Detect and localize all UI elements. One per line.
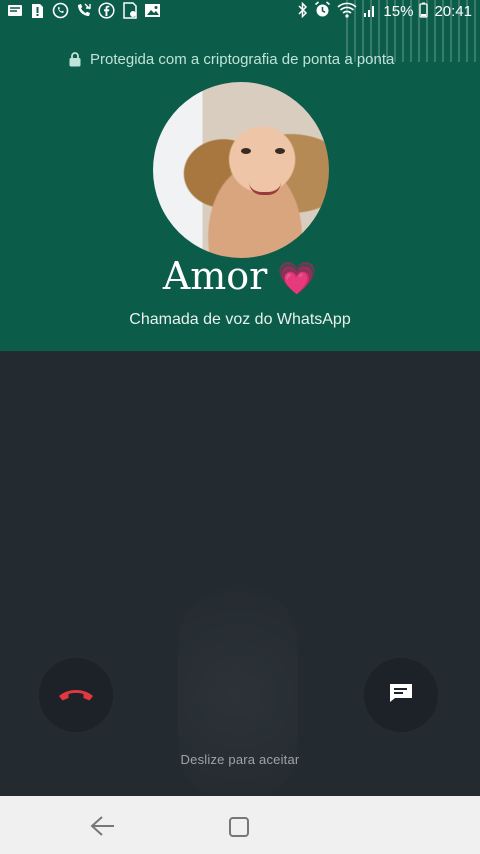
messaging-icon — [6, 2, 23, 19]
clock: 20:41 — [434, 3, 472, 20]
avatar-mouth — [249, 182, 281, 195]
caller-avatar — [153, 82, 329, 258]
gallery-icon — [144, 2, 161, 19]
download-icon — [121, 2, 138, 19]
status-bar: 15% 20:41 — [0, 0, 480, 62]
avatar-eyes — [241, 148, 289, 156]
signal-icon — [363, 2, 377, 22]
caller-name-row: Amor 💗 — [0, 254, 480, 298]
decline-button[interactable] — [39, 658, 113, 732]
whatsapp-icon — [52, 2, 69, 19]
facebook-icon — [98, 2, 115, 19]
battery-percent: 15% — [383, 3, 414, 20]
sim-alert-icon — [29, 2, 46, 19]
wifi-icon — [337, 2, 357, 22]
call-header: 15% 20:41 Protegida com a criptografia d… — [0, 0, 480, 351]
status-left-icons — [6, 2, 161, 19]
encryption-notice: Protegida com a criptografia de ponta a … — [68, 50, 394, 68]
lock-icon — [68, 51, 82, 67]
phone-hangup-icon — [56, 683, 96, 708]
caller-name: Amor — [162, 254, 268, 298]
call-type-label: Chamada de voz do WhatsApp — [129, 311, 351, 328]
message-icon — [388, 682, 414, 709]
heart-emoji: 💗 — [277, 259, 318, 297]
missed-call-icon — [75, 2, 92, 19]
battery-icon — [419, 2, 429, 22]
home-square-icon[interactable] — [228, 816, 250, 838]
alarm-icon — [314, 1, 331, 22]
system-nav-bar — [0, 796, 480, 854]
answer-swipe-area[interactable] — [178, 585, 298, 805]
encryption-text: Protegida com a criptografia de ponta a … — [90, 50, 395, 68]
back-arrow-icon[interactable] — [88, 814, 116, 838]
status-right: 15% 20:41 — [297, 1, 472, 22]
bluetooth-icon — [297, 1, 308, 22]
slide-to-accept-hint: Deslize para aceitar — [180, 752, 300, 767]
reply-with-message-button[interactable] — [364, 658, 438, 732]
